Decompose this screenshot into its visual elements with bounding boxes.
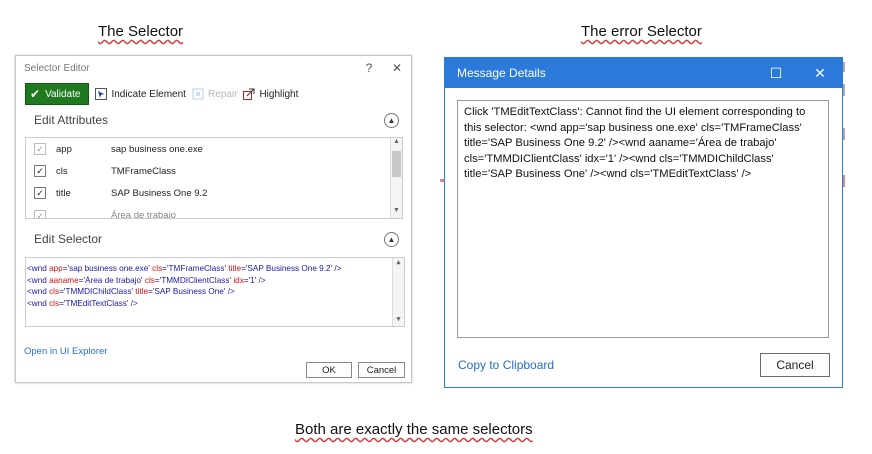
close-button[interactable]: ✕ (383, 61, 411, 75)
ok-button[interactable]: OK (306, 362, 352, 378)
attribute-row: ✓ Área de trabajo (26, 204, 402, 218)
selector-attr-name: idx (231, 275, 244, 285)
attribute-row: ✓ title SAP Business One 9.2 (26, 182, 402, 204)
selector-tag-end: /> (128, 298, 138, 308)
selector-line: <wnd cls='TMMDIChildClass' title='SAP Bu… (26, 286, 404, 298)
validate-button[interactable]: ✔ Validate (25, 83, 90, 105)
scroll-down-icon[interactable]: ▼ (393, 315, 404, 326)
selector-attr-value: 'TMMDIChildClass' (63, 287, 133, 296)
maximize-button[interactable]: ☐ (754, 65, 798, 82)
caption-the-selector: The Selector (98, 23, 184, 40)
attribute-checkbox[interactable]: ✓ (34, 143, 46, 155)
selector-attr-name: title (226, 264, 242, 273)
edit-attributes-header: Edit Attributes ▲ (34, 109, 399, 131)
background-fragment (843, 128, 845, 140)
attribute-checkbox[interactable]: ✓ (34, 187, 46, 199)
highlight-button[interactable]: Highlight (243, 88, 298, 100)
attribute-row: ✓ cls TMFrameClass (26, 160, 402, 182)
selector-tag-end: /> (225, 287, 235, 296)
edit-selector-header: Edit Selector ▲ (34, 228, 399, 250)
selector-tag: <wnd (27, 298, 50, 308)
background-fragment (843, 175, 845, 187)
message-details-titlebar: Message Details ☐ ✕ (445, 58, 842, 88)
scroll-down-icon[interactable]: ▼ (391, 207, 402, 218)
selector-tag: <wnd (27, 287, 50, 296)
highlight-label: Highlight (259, 88, 299, 100)
check-icon: ✔ (30, 87, 41, 101)
scroll-up-icon[interactable]: ▲ (391, 138, 402, 149)
selector-tag: <wnd (27, 275, 50, 285)
selector-tag-end: /> (256, 275, 266, 285)
attribute-value[interactable]: TMFrameClass (111, 166, 176, 177)
message-details-title: Message Details (457, 66, 546, 80)
scroll-thumb[interactable] (392, 151, 401, 177)
selector-line: <wnd cls='TMEditTextClass' /> (26, 298, 404, 310)
selector-scrollbar[interactable]: ▲ ▼ (392, 258, 404, 326)
selector-attr-name: cls (149, 264, 163, 273)
attribute-name: app (56, 143, 72, 155)
selector-editor-window: Selector Editor ? ✕ ✔ Validate Indicate … (15, 55, 412, 383)
selector-line: <wnd app='sap business one.exe' cls='TMF… (26, 263, 404, 275)
collapse-selector-icon[interactable]: ▲ (384, 231, 399, 247)
attribute-checkbox[interactable]: ✓ (34, 210, 46, 218)
selector-toolbar: ✔ Validate Indicate Element Repair Highl… (25, 83, 411, 105)
cursor-target-icon (95, 88, 108, 100)
attributes-scrollbar[interactable]: ▲ ▼ (390, 138, 402, 218)
attribute-row: ✓ app sap business one.exe (26, 138, 402, 160)
edit-selector-title: Edit Selector (34, 232, 103, 246)
selector-attr-name: aaname (49, 275, 79, 285)
copy-to-clipboard-link[interactable]: Copy to Clipboard (458, 358, 554, 372)
edit-attributes-title: Edit Attributes (34, 113, 109, 127)
attribute-name: cls (56, 165, 68, 177)
attributes-list: ✓ app sap business one.exe ✓ cls TMFrame… (25, 137, 403, 219)
indicate-element-label: Indicate Element (111, 88, 186, 100)
selector-attr-value: 'TMMDIClientClass' (159, 275, 232, 285)
close-button[interactable]: ✕ (798, 65, 842, 82)
selector-attr-name: cls (49, 287, 60, 296)
selector-lines: <wnd app='sap business one.exe' cls='TMF… (26, 258, 404, 309)
validate-label: Validate (45, 88, 81, 100)
selector-tag: <wnd (27, 264, 50, 273)
repair-label: Repair (207, 88, 238, 100)
selector-attr-value: 'sap business one.exe' (67, 264, 150, 273)
selector-attr-name: cls (142, 275, 155, 285)
selector-tag-end: /> (332, 264, 342, 273)
cancel-button[interactable]: Cancel (760, 353, 830, 377)
selector-editor-title: Selector Editor (24, 62, 90, 74)
attribute-value[interactable]: sap business one.exe (111, 144, 203, 155)
selector-editor-titlebar: Selector Editor ? ✕ (16, 56, 411, 80)
attribute-checkbox[interactable]: ✓ (34, 165, 46, 177)
selector-attr-value: 'SAP Business One' (152, 287, 226, 296)
scroll-up-icon[interactable]: ▲ (393, 258, 404, 269)
open-in-ui-explorer-link[interactable]: Open in UI Explorer (24, 346, 107, 357)
message-text[interactable]: Click 'TMEditTextClass': Cannot find the… (457, 100, 829, 338)
help-button[interactable]: ? (355, 61, 383, 75)
collapse-attributes-icon[interactable]: ▲ (384, 112, 399, 128)
background-fragment (843, 62, 845, 72)
attribute-value[interactable]: SAP Business One 9.2 (111, 188, 207, 199)
selector-attr-value: 'SAP Business One 9.2' (245, 264, 333, 273)
message-details-window: Message Details ☐ ✕ Click 'TMEditTextCla… (444, 57, 843, 388)
caption-both-same: Both are exactly the same selectors (295, 421, 533, 438)
highlight-icon (243, 88, 255, 100)
repair-button[interactable]: Repair (192, 88, 237, 100)
selector-text-area[interactable]: <wnd app='sap business one.exe' cls='TMF… (25, 257, 405, 327)
selector-attr-name: title (132, 287, 149, 296)
selector-attr-value: 'TMFrameClass' (166, 264, 227, 273)
cancel-button[interactable]: Cancel (358, 362, 405, 378)
selector-attr-name: cls (49, 298, 60, 308)
caption-the-error-selector: The error Selector (581, 23, 702, 40)
selector-attr-value: 'Área de trabajo' (83, 275, 143, 285)
attribute-value[interactable]: Área de trabajo (111, 210, 176, 218)
indicate-element-button[interactable]: Indicate Element (95, 88, 186, 100)
repair-icon (192, 88, 204, 100)
background-fragment (843, 84, 845, 96)
selector-attr-name: app (49, 264, 63, 273)
selector-line: <wnd aaname='Área de trabajo' cls='TMMDI… (26, 275, 404, 287)
selector-attr-value: 'TMEditTextClass' (63, 298, 129, 308)
attribute-name: title (56, 187, 71, 199)
